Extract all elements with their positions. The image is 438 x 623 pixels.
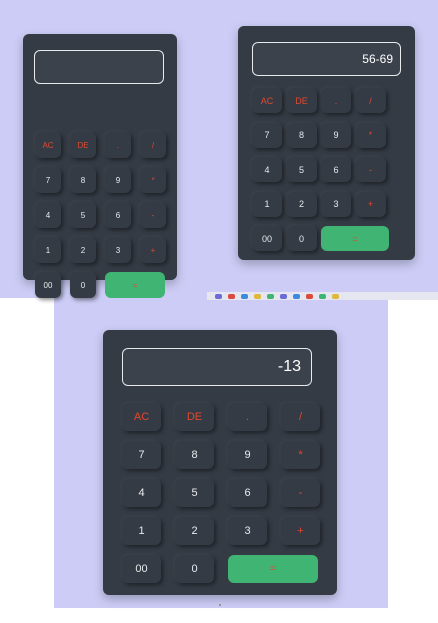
digit-5-button[interactable]: 5 (70, 202, 96, 228)
subtract-button[interactable]: - (355, 157, 386, 182)
digit-8-button[interactable]: 8 (286, 122, 317, 148)
display-value: -13 (277, 358, 301, 375)
digit-1-button[interactable]: 1 (35, 237, 61, 263)
multiply-button[interactable]: * (281, 441, 320, 469)
digit-4-button[interactable]: 4 (122, 479, 161, 507)
decimal-button[interactable]: . (105, 132, 131, 158)
digit-9-button[interactable]: 9 (228, 441, 267, 469)
calculator-3: -13 AC DE./7 8 9 * 4 5 6-1 2 3 +00 0 = (103, 330, 337, 595)
delete-button[interactable]: DE (175, 403, 214, 431)
digit-3-button[interactable]: 3 (105, 237, 131, 263)
digit-2-button[interactable]: 2 (175, 517, 214, 545)
digit-1-button[interactable]: 1 (122, 517, 161, 545)
calculator-display: 56-69 (252, 42, 401, 76)
digit-3-button[interactable]: 3 (228, 517, 267, 545)
digit-8-button[interactable]: 8 (70, 167, 96, 193)
digit-6-button[interactable]: 6 (105, 202, 131, 228)
clear-all-button[interactable]: AC (252, 88, 282, 113)
taskbar-strip (207, 292, 438, 300)
add-button[interactable]: + (355, 191, 386, 217)
add-button[interactable]: + (140, 237, 166, 263)
multiply-button[interactable]: * (140, 167, 166, 193)
divide-button[interactable]: / (140, 132, 166, 158)
double-zero-button[interactable]: 00 (252, 226, 282, 251)
digit-0-button[interactable]: 0 (286, 226, 317, 251)
digit-7-button[interactable]: 7 (35, 167, 61, 193)
double-zero-button[interactable]: 00 (122, 555, 161, 583)
calculator-2: 56-69 AC DE./7 8 9 * 4 5 6-1 2 3 +00 0 = (238, 26, 415, 260)
footer-mark (219, 604, 221, 606)
double-zero-button[interactable]: 00 (35, 272, 61, 298)
clear-all-button[interactable]: AC (35, 132, 61, 158)
decimal-button[interactable]: . (321, 88, 351, 113)
digit-6-button[interactable]: 6 (228, 479, 267, 507)
digit-2-button[interactable]: 2 (286, 191, 317, 217)
decimal-button[interactable]: . (228, 403, 267, 431)
calculator-1: AC DE./7 8 9 * 4 5 6-1 2 3 +00 0 = (23, 34, 177, 298)
calculator-display: -13 (122, 348, 312, 386)
subtract-button[interactable]: - (281, 479, 320, 507)
digit-4-button[interactable]: 4 (252, 157, 282, 182)
digit-1-button[interactable]: 1 (252, 191, 282, 217)
add-button[interactable]: + (281, 517, 320, 545)
digit-4-button[interactable]: 4 (35, 202, 61, 228)
digit-7-button[interactable]: 7 (122, 441, 161, 469)
clear-all-button[interactable]: AC (122, 403, 161, 431)
digit-0-button[interactable]: 0 (70, 272, 96, 298)
subtract-button[interactable]: - (140, 202, 166, 228)
delete-button[interactable]: DE (70, 132, 96, 158)
multiply-button[interactable]: * (355, 122, 386, 148)
equals-button[interactable]: = (105, 272, 165, 298)
divide-button[interactable]: / (355, 88, 386, 113)
digit-2-button[interactable]: 2 (70, 237, 96, 263)
digit-6-button[interactable]: 6 (321, 157, 351, 182)
divide-button[interactable]: / (281, 403, 320, 431)
digit-0-button[interactable]: 0 (175, 555, 214, 583)
display-value: 56-69 (362, 52, 393, 66)
calculator-display (34, 50, 164, 84)
digit-5-button[interactable]: 5 (286, 157, 317, 182)
digit-9-button[interactable]: 9 (321, 122, 351, 148)
equals-button[interactable]: = (321, 226, 389, 251)
digit-8-button[interactable]: 8 (175, 441, 214, 469)
equals-button[interactable]: = (228, 555, 318, 583)
digit-5-button[interactable]: 5 (175, 479, 214, 507)
digit-9-button[interactable]: 9 (105, 167, 131, 193)
delete-button[interactable]: DE (286, 88, 317, 113)
digit-7-button[interactable]: 7 (252, 122, 282, 148)
digit-3-button[interactable]: 3 (321, 191, 351, 217)
